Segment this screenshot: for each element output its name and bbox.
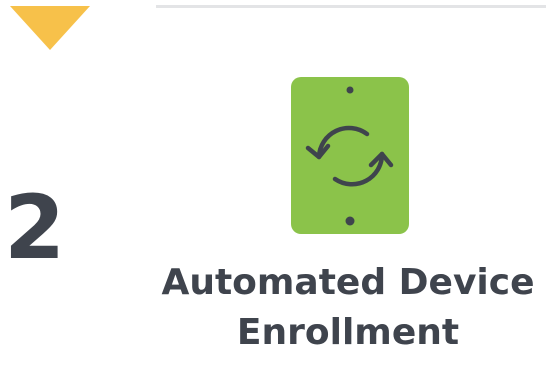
feature-title-line-1: Automated Device xyxy=(161,262,535,303)
tablet-sync-icon xyxy=(291,77,409,234)
feature-title: Automated Device Enrollment xyxy=(150,258,546,358)
divider xyxy=(156,5,546,8)
triangle-down-icon xyxy=(10,6,90,50)
feature-title-line-2: Enrollment xyxy=(236,312,460,353)
step-number: 2 xyxy=(4,176,66,279)
enrollment-step-card: 2 Automated Device Enrollment xyxy=(0,0,546,367)
